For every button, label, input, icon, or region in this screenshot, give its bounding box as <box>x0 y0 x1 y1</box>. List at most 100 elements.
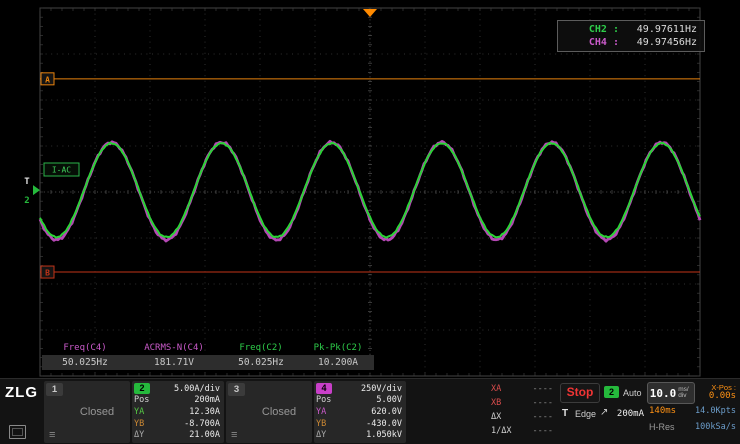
channel2-ya-row: YA 12.30A <box>134 406 220 418</box>
channel1-panel[interactable]: 1 Closed ≡ <box>44 381 130 443</box>
timebase-button[interactable]: 10.0 ms/div <box>647 382 695 404</box>
trigger-channel-marker-label: 2 <box>24 196 29 206</box>
acquisition-mode: H-Res <box>649 422 675 432</box>
channel2-dy: 21.00A <box>189 430 220 440</box>
channel2-dy-row: ΔY 21.00A <box>134 429 220 441</box>
ch2-freq-value: 49.97611Hz <box>625 24 697 35</box>
measurement-value: 50.025Hz <box>220 355 302 370</box>
trigger-panel: Stop 2 Auto T Edge ↗ 200mA <box>558 381 646 443</box>
measurement-value: 10.200A <box>302 355 374 370</box>
xb-label: XB <box>491 396 501 410</box>
channel2-scale-row: 2 5.00A/div <box>134 383 220 395</box>
measurement-readouts: Freq(C4) 50.025Hz ACRMS-N(C4) 181.71V Fr… <box>42 341 374 370</box>
channel4-yb: -430.0V <box>366 419 402 429</box>
measurement-freq-c4: Freq(C4) 50.025Hz <box>42 341 128 370</box>
channel2-pos: 200mA <box>194 395 220 405</box>
acquisition-window: 140ms <box>649 406 676 416</box>
trigger-t-marker-label: T <box>24 177 30 187</box>
channel4-panel[interactable]: 4 250V/div Pos 5.00V YA 620.0V YB -430.0… <box>314 381 406 443</box>
pos-label: Pos <box>134 395 149 405</box>
cursor-b-tag-label: B <box>45 269 50 278</box>
x-pos-value: 0.00s <box>690 391 736 401</box>
channel4-badge[interactable]: 4 <box>316 383 332 394</box>
channel4-dy: 1.050kV <box>366 430 402 440</box>
trigger-source-badge[interactable]: 2 <box>604 386 619 398</box>
measurement-label: Pk-Pk(C2) <box>302 341 374 355</box>
channel4-dy-row: ΔY 1.050kV <box>316 429 402 441</box>
pos-label: Pos <box>316 395 331 405</box>
delta-x-label: ΔX <box>491 410 501 424</box>
channel2-badge[interactable]: 2 <box>134 383 150 394</box>
delta-x-row: ΔX ---- <box>489 410 555 424</box>
measurement-label: ACRMS-N(C4) <box>128 341 220 355</box>
menu-icon[interactable]: ≡ <box>231 430 237 441</box>
channel2-yb-row: YB -8.700A <box>134 418 220 430</box>
measurement-label: Freq(C4) <box>42 341 128 355</box>
oscilloscope-screen: A B T 2 I-AC CH2 : 49.97611Hz CH4 : 49.97456… <box>0 0 740 444</box>
measurement-pkpk-c2: Pk-Pk(C2) 10.200A <box>302 341 374 370</box>
memory-depth: 14.0Kpts <box>686 406 736 416</box>
xa-value: ---- <box>533 382 553 396</box>
channel2-panel[interactable]: 2 5.00A/div Pos 200mA YA 12.30A YB -8.70… <box>132 381 224 443</box>
display-icon <box>9 425 26 439</box>
measurement-value: 50.025Hz <box>42 355 128 370</box>
channel2-pos-row: Pos 200mA <box>134 395 220 407</box>
inv-delta-x-label: 1/ΔX <box>491 424 511 438</box>
xa-label: XA <box>491 382 501 396</box>
freq-meter-row-ch2: CH2 : 49.97611Hz <box>558 23 704 36</box>
channel1-badge[interactable]: 1 <box>46 383 63 396</box>
channel4-pos-row: Pos 5.00V <box>316 395 402 407</box>
yb-label: YB <box>316 419 326 429</box>
measurement-acrms-c4: ACRMS-N(C4) 181.71V <box>128 341 220 370</box>
delta-x-value: ---- <box>533 410 553 424</box>
menu-icon[interactable]: ≡ <box>49 430 55 441</box>
channel2-ya: 12.30A <box>189 407 220 417</box>
waveform-display: A B T 2 I-AC <box>0 0 740 378</box>
trigger-coupling[interactable]: Auto <box>623 388 642 398</box>
rising-edge-icon: ↗ <box>600 407 608 418</box>
zlg-logo: ZLG <box>5 384 38 401</box>
run-stop-button[interactable]: Stop <box>560 383 600 403</box>
trigger-type[interactable]: Edge <box>575 409 596 419</box>
channel3-state: Closed <box>248 381 310 443</box>
delta-y-label: ΔY <box>316 430 326 440</box>
yb-label: YB <box>134 419 144 429</box>
waveform-area: A B T 2 I-AC CH2 : 49.97611Hz CH4 : 49.97456… <box>0 0 740 378</box>
freq-meter-row-ch4: CH4 : 49.97456Hz <box>558 36 704 49</box>
status-bar: ZLG 1 Closed ≡ 2 5.00A/div Pos 200mA YA … <box>0 378 740 444</box>
measurement-label: Freq(C2) <box>220 341 302 355</box>
timebase-value: 10.0 <box>650 387 677 400</box>
inv-delta-x-row: 1/ΔX ---- <box>489 424 555 438</box>
channel1-state: Closed <box>66 381 128 443</box>
trigger-level: 200mA <box>617 409 644 419</box>
ya-label: YA <box>134 407 144 417</box>
channel3-panel[interactable]: 3 Closed ≡ <box>226 381 312 443</box>
xa-row: XA ---- <box>489 382 555 396</box>
channel4-scale: 250V/div <box>361 384 402 394</box>
freq-meter-panel: CH2 : 49.97611Hz CH4 : 49.97456Hz <box>557 20 705 52</box>
channel4-ya-row: YA 620.0V <box>316 406 402 418</box>
ch4-freq-label: CH4 : <box>589 37 619 48</box>
channel4-ya: 620.0V <box>371 407 402 417</box>
channel4-pos: 5.00V <box>376 395 402 405</box>
channel3-badge[interactable]: 3 <box>228 383 245 396</box>
delta-y-label: ΔY <box>134 430 144 440</box>
cursor-a-tag-label: A <box>45 75 50 84</box>
channel2-scale: 5.00A/div <box>174 384 220 394</box>
trigger-level-marker <box>33 185 40 195</box>
xb-value: ---- <box>533 396 553 410</box>
channel4-yb-row: YB -430.0V <box>316 418 402 430</box>
ch2-freq-label: CH2 : <box>589 24 619 35</box>
trigger-position-marker <box>363 9 377 17</box>
ch4-freq-value: 49.97456Hz <box>625 37 697 48</box>
measurement-value: 181.71V <box>128 355 220 370</box>
channel2-readouts: 2 5.00A/div Pos 200mA YA 12.30A YB -8.70… <box>134 383 220 441</box>
channel4-readouts: 4 250V/div Pos 5.00V YA 620.0V YB -430.0… <box>316 383 402 441</box>
sample-rate: 100kSa/s <box>684 422 736 432</box>
measurement-freq-c2: Freq(C2) 50.025Hz <box>220 341 302 370</box>
coupling-badge-label: I-AC <box>52 166 71 175</box>
x-cursor-panel: XA ---- XB ---- ΔX ---- 1/ΔX ---- <box>489 382 555 442</box>
channel2-yb: -8.700A <box>184 419 220 429</box>
channel4-scale-row: 4 250V/div <box>316 383 402 395</box>
xb-row: XB ---- <box>489 396 555 410</box>
